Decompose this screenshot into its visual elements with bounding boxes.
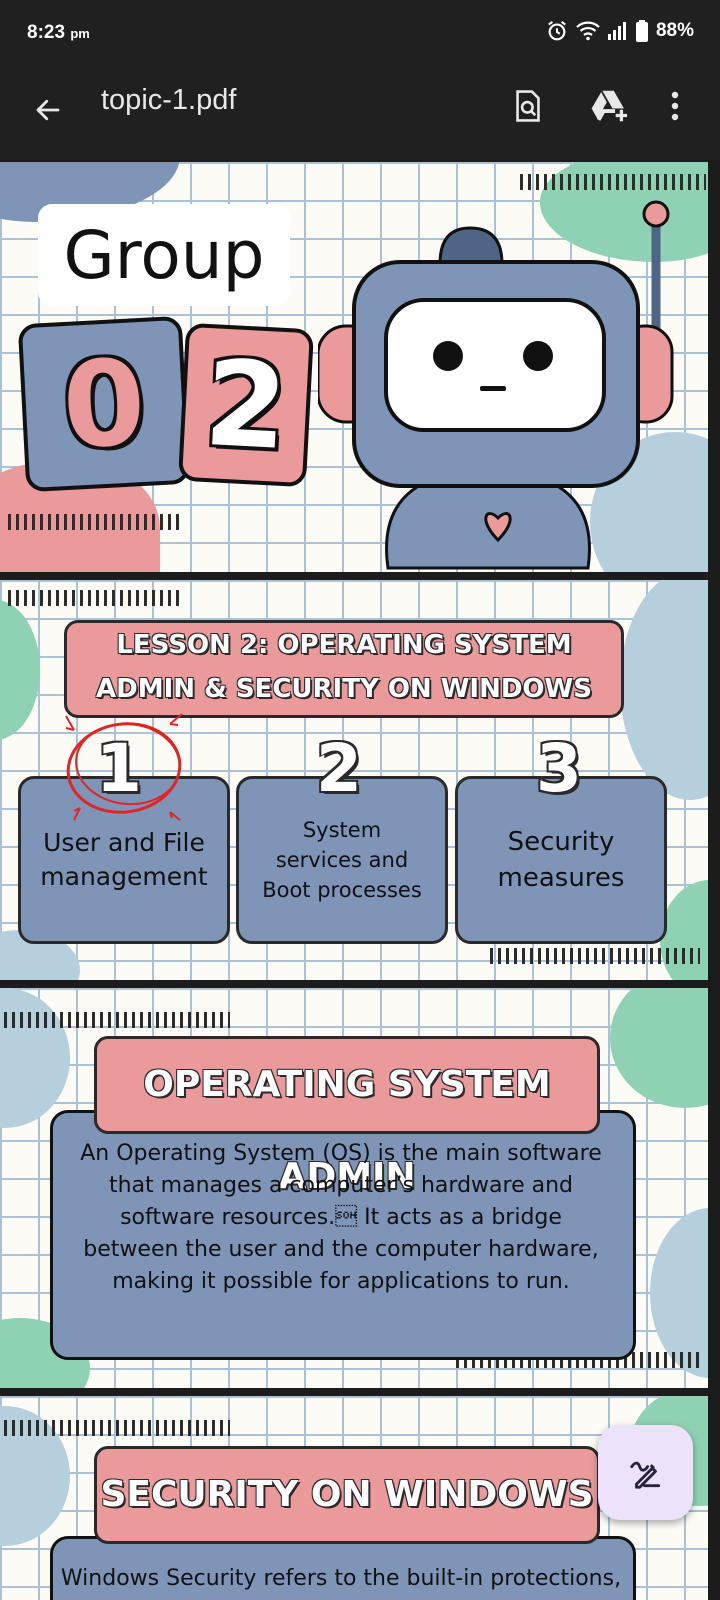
drive-add-icon xyxy=(591,90,628,122)
topic-number-2: 2 xyxy=(316,730,362,807)
decor-blob xyxy=(620,580,708,800)
status-time: 8:23 pm xyxy=(27,22,90,44)
group-label: Group xyxy=(63,216,265,294)
arrow-left-icon xyxy=(36,99,60,121)
decor-dashes xyxy=(490,948,700,964)
search-document-icon xyxy=(516,90,540,122)
add-to-drive-button[interactable] xyxy=(588,84,632,128)
pdf-page-3: OPERATING SYSTEM ADMIN An Operating Syst… xyxy=(0,988,708,1388)
security-heading: SECURITY ON WINDOWS xyxy=(100,1474,594,1515)
decor-dashes xyxy=(8,590,184,606)
os-admin-heading-banner: OPERATING SYSTEM ADMIN xyxy=(94,1036,600,1197)
wifi-icon xyxy=(576,21,600,41)
decor-dashes xyxy=(520,174,706,190)
more-vert-icon xyxy=(671,91,679,121)
decor-blob xyxy=(0,600,40,740)
digit-tile: 2 xyxy=(177,322,315,488)
group-digit-2: 2 xyxy=(201,333,291,477)
annotate-fab[interactable] xyxy=(598,1425,693,1520)
app-bar: topic-1.pdf xyxy=(0,70,720,160)
status-bar: 8:23 pm 88% xyxy=(0,0,720,70)
topic-label-2: System services and Boot processes xyxy=(262,818,422,902)
decor-blob xyxy=(660,880,708,980)
more-options-button[interactable] xyxy=(660,84,690,128)
security-body: Windows Security refers to the built-in … xyxy=(60,1566,622,1591)
lesson-title-line-1: LESSON 2: OPERATING SYSTEM xyxy=(116,630,572,660)
topic-label-3: Security measures xyxy=(497,827,625,893)
os-admin-body: An Operating System (OS) is the main sof… xyxy=(80,1141,602,1294)
robot-illustration xyxy=(318,200,674,570)
document-title: topic-1.pdf xyxy=(101,84,237,116)
red-ink-annotation xyxy=(65,713,183,821)
status-time-value: 8:23 xyxy=(27,22,66,43)
decor-blob xyxy=(0,988,70,1128)
alarm-icon xyxy=(548,21,566,41)
status-icons: 88% xyxy=(546,20,694,42)
decor-blob xyxy=(610,988,708,1108)
search-document-button[interactable] xyxy=(506,84,550,128)
digit-tile: 0 xyxy=(17,315,191,493)
topic-number-3: 3 xyxy=(536,730,582,807)
annotate-pen-icon xyxy=(629,1461,660,1489)
group-digit-1: 0 xyxy=(59,332,149,476)
decor-dashes xyxy=(4,1420,230,1436)
battery-percent: 88% xyxy=(655,20,694,41)
pdf-page-2: LESSON 2: OPERATING SYSTEM ADMIN & SECUR… xyxy=(0,580,708,980)
group-label-box: Group xyxy=(38,204,290,306)
decor-dashes xyxy=(4,1012,230,1028)
battery-icon xyxy=(635,20,648,42)
decor-dashes xyxy=(8,514,184,530)
pdf-viewer[interactable]: Group 0 2 LESSON 2: OPERATING SYSTEM ADM… xyxy=(0,160,720,1600)
signal-icon xyxy=(607,22,626,40)
security-heading-banner: SECURITY ON WINDOWS xyxy=(94,1446,600,1544)
pdf-page-1: Group 0 2 xyxy=(0,162,708,572)
status-time-suffix: pm xyxy=(70,26,90,41)
back-button[interactable] xyxy=(26,88,70,132)
